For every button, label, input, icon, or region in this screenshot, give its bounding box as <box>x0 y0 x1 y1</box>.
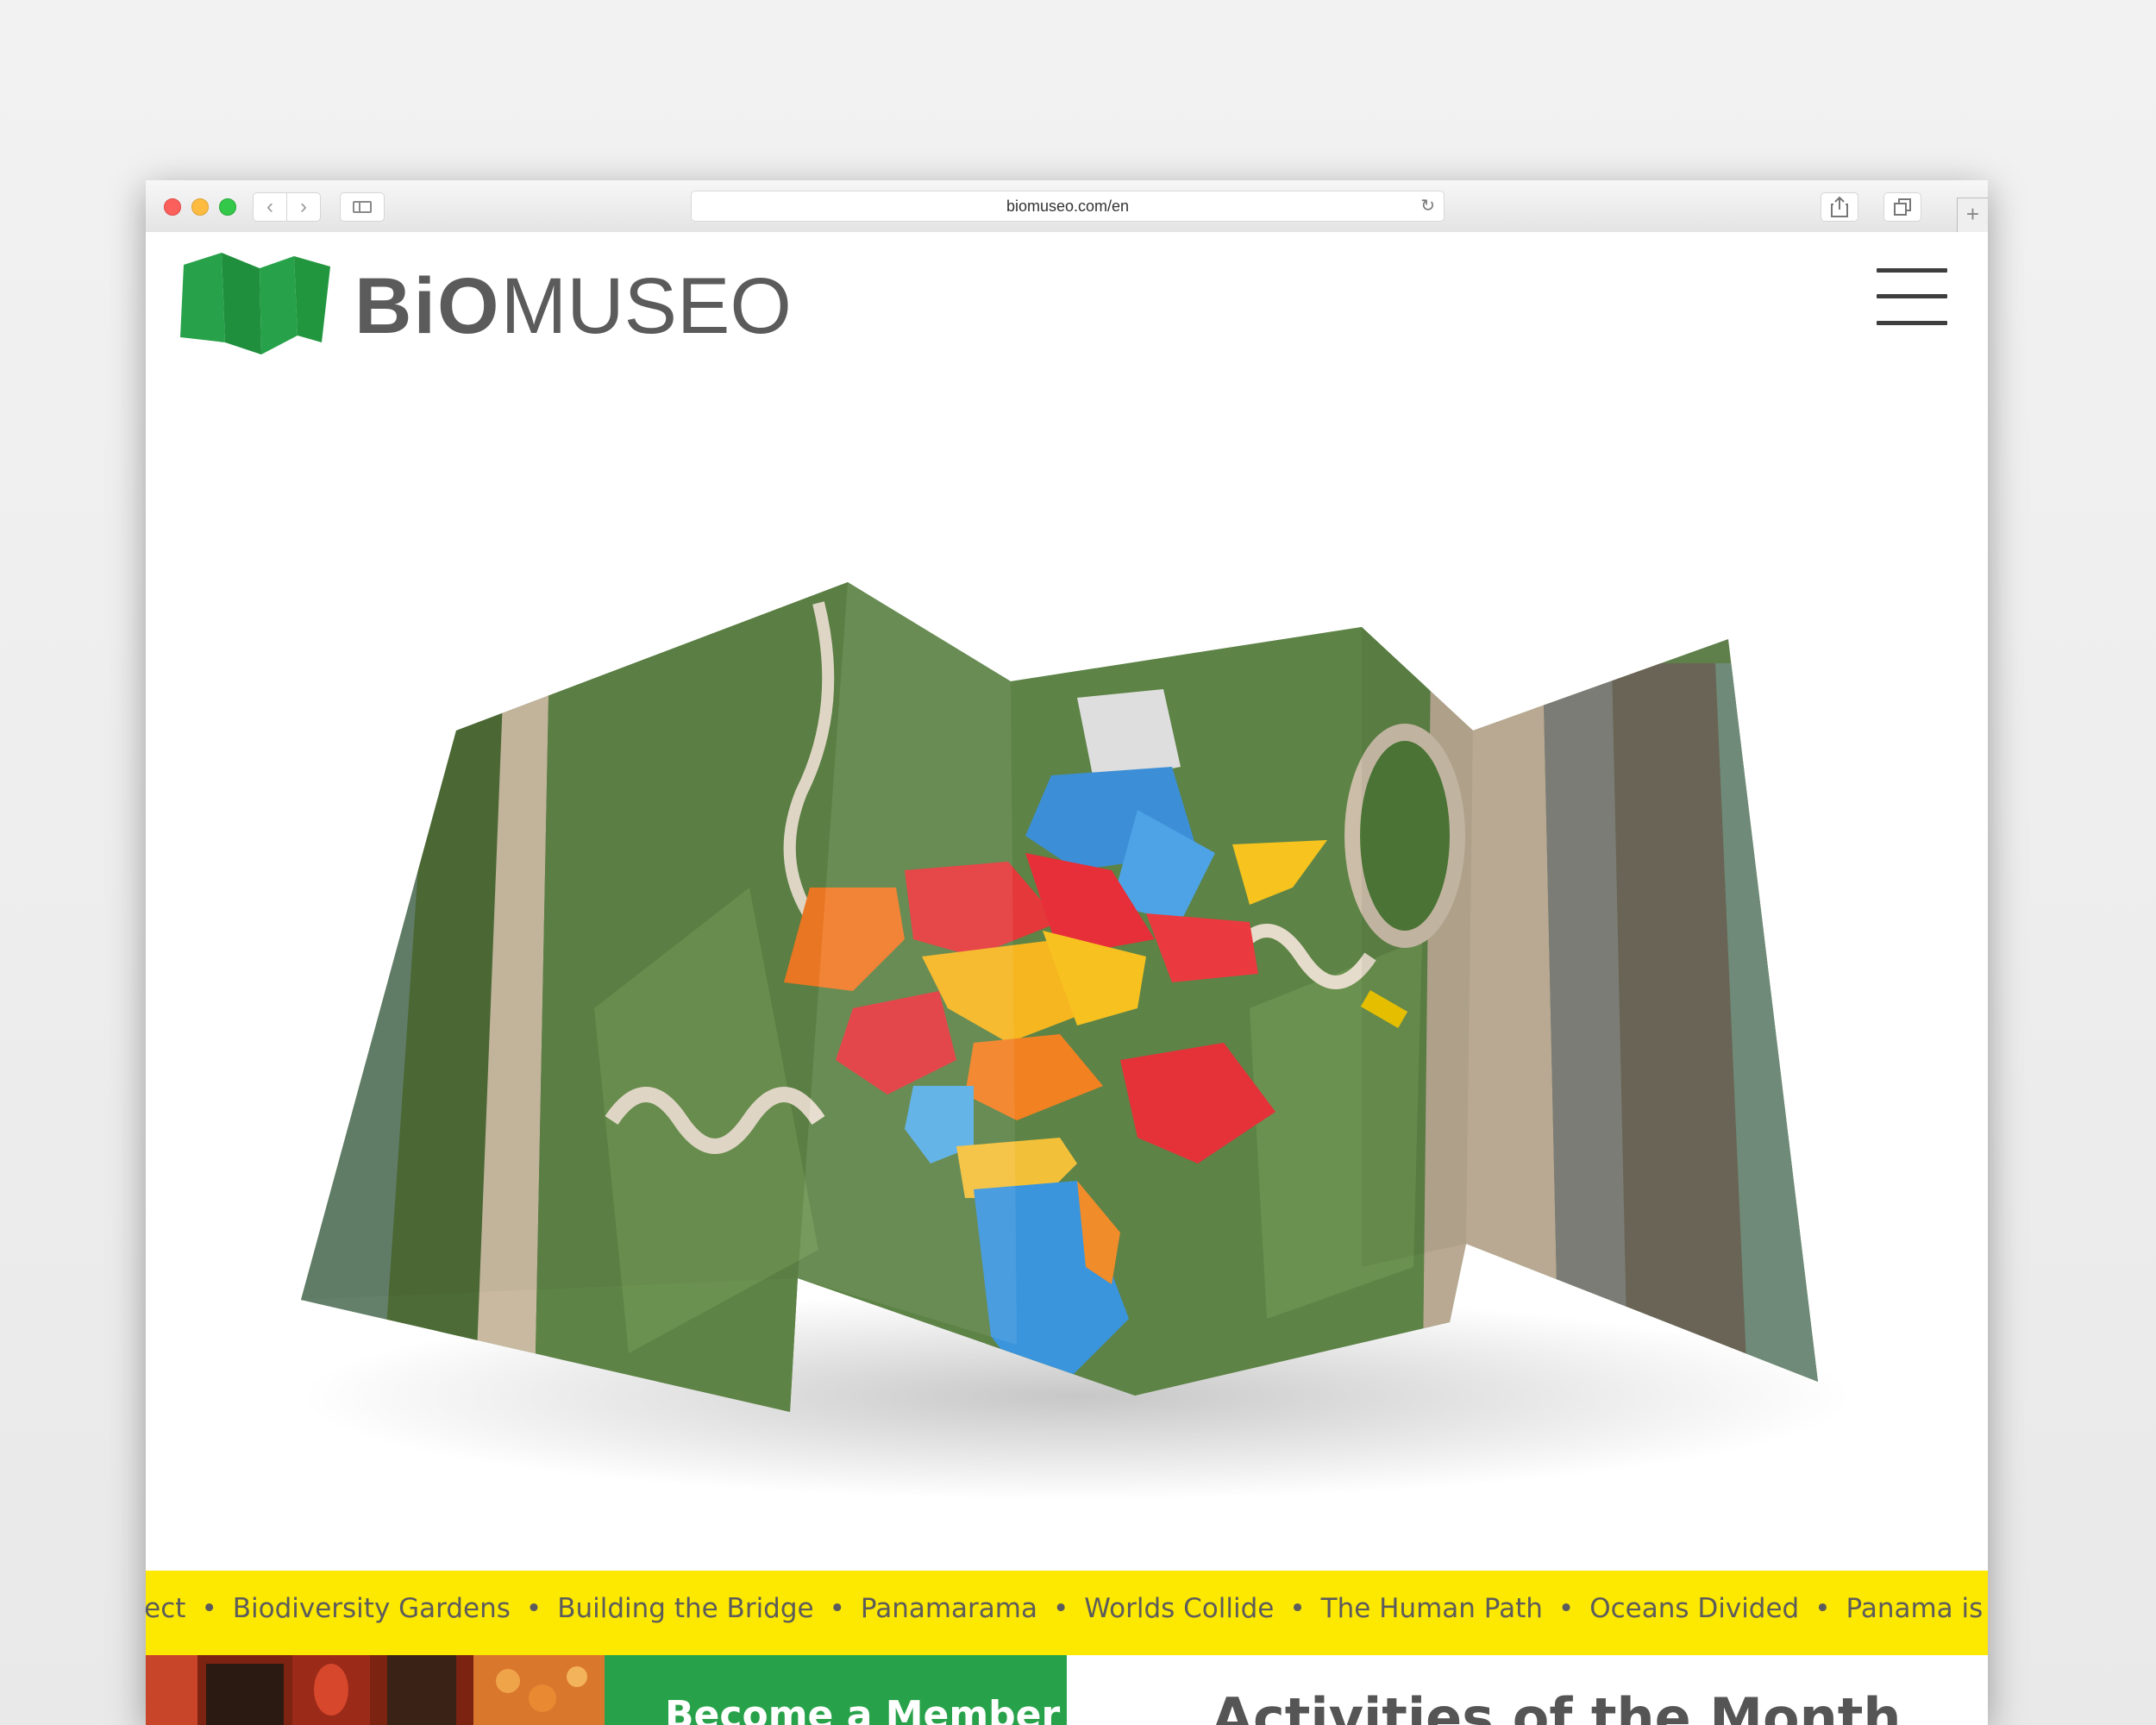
tabs-overview-button[interactable] <box>1883 192 1921 222</box>
url-text: biomuseo.com/en <box>1006 198 1130 215</box>
brand-light-part: MUSEO <box>500 262 792 350</box>
ticker-item[interactable]: Worlds Collide <box>1084 1593 1274 1624</box>
minimize-window-button[interactable] <box>191 198 209 216</box>
become-member-label: Become a Member <box>665 1693 1061 1725</box>
tabs-icon <box>1894 198 1911 216</box>
activities-heading: Activities of the Month <box>1212 1686 1902 1725</box>
ticker-item[interactable]: Oceans Divided <box>1589 1593 1799 1624</box>
aerial-photo <box>301 582 1818 1412</box>
back-button[interactable]: ‹ <box>253 192 287 222</box>
share-button[interactable] <box>1821 192 1858 222</box>
sidebar-toggle-button[interactable] <box>340 192 385 222</box>
hamburger-menu-icon[interactable] <box>1877 268 1947 325</box>
forward-button[interactable]: › <box>286 192 321 222</box>
zoom-window-button[interactable] <box>219 198 236 216</box>
browser-window: ‹ › biomuseo.com/en ↻ + BiOMUSEO ect • B… <box>146 180 1988 1725</box>
hero-folded-map-image <box>301 582 1853 1500</box>
ticker-item[interactable]: The Human Path <box>1321 1593 1543 1624</box>
browser-toolbar: ‹ › biomuseo.com/en ↻ + <box>146 180 1988 233</box>
ticker-item[interactable]: Building the Bridge <box>557 1593 813 1624</box>
ticker-track: tect•Biodiversity Gardens•Building the B… <box>146 1593 1988 1624</box>
exhibit-photo <box>146 1655 605 1725</box>
exhibitions-ticker: tect•Biodiversity Gardens•Building the B… <box>146 1571 1988 1655</box>
new-tab-button[interactable]: + <box>1957 198 1988 232</box>
brand-bold-part: BiO <box>354 262 501 350</box>
share-icon <box>1831 196 1848 217</box>
sidebar-icon <box>353 201 372 213</box>
ticker-item[interactable]: Panamarama <box>861 1593 1037 1624</box>
plus-icon: + <box>1965 201 1980 227</box>
ticker-item[interactable]: Panama is the Museum <box>1846 1593 1988 1624</box>
chevron-right-icon: › <box>300 195 307 218</box>
become-member-button[interactable]: Become a Member <box>605 1655 1067 1725</box>
ticker-item[interactable]: Biodiversity Gardens <box>233 1593 511 1624</box>
activities-section: Activities of the Month <box>1067 1655 1988 1725</box>
brand-wordmark[interactable]: BiOMUSEO <box>354 263 792 349</box>
chevron-left-icon: ‹ <box>266 195 273 218</box>
close-window-button[interactable] <box>164 198 181 216</box>
biomuseo-logo-icon[interactable] <box>177 253 332 354</box>
website-page: BiOMUSEO ect • Biodiversity Gardens • Bu… <box>146 232 1988 1725</box>
ticker-item[interactable]: tect <box>146 1593 185 1624</box>
reload-icon[interactable]: ↻ <box>1420 191 1435 221</box>
address-bar[interactable]: biomuseo.com/en ↻ <box>691 191 1445 222</box>
